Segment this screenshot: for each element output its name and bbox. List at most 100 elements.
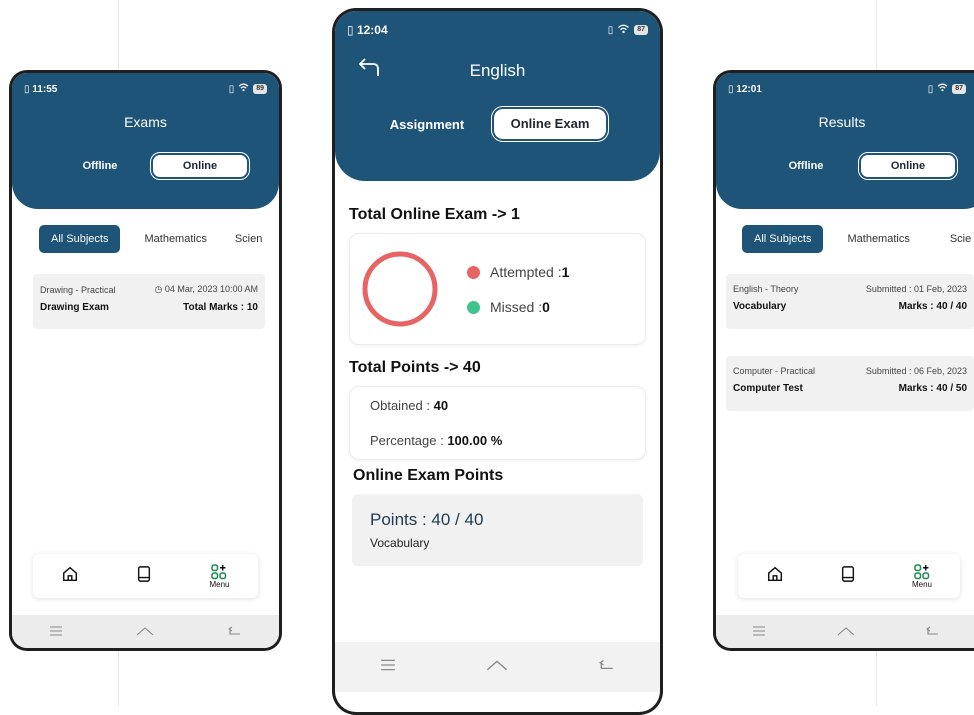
- percentage-value: 100.00 %: [447, 433, 503, 448]
- chip-all-subjects[interactable]: All Subjects: [742, 225, 824, 253]
- percentage-row: Percentage : 100.00 %: [370, 433, 502, 448]
- status-bar: ▯ 12:01 ▯ 87: [728, 83, 974, 95]
- page-title: Exams: [124, 114, 167, 130]
- status-time: 12:01: [736, 83, 762, 95]
- chip-science[interactable]: Scien: [235, 233, 263, 245]
- results-screen: ▯ 12:01 ▯ 87 Results Offline Online All …: [716, 73, 974, 648]
- points-summary-card: Obtained : 40 Percentage : 100.00 %: [349, 386, 646, 460]
- nav-back-icon[interactable]: [228, 623, 242, 641]
- system-nav-bar: [335, 642, 660, 692]
- attempted-value: 1: [561, 264, 570, 280]
- exam-date: 04 Mar, 2023 10:00 AM: [164, 284, 258, 294]
- exam-name: Drawing Exam: [40, 302, 109, 313]
- exam-card[interactable]: Drawing - Practical ◷ 04 Mar, 2023 10:00…: [33, 274, 265, 329]
- tab-assignment[interactable]: Assignment: [363, 117, 491, 132]
- page-title: Results: [818, 114, 866, 130]
- results-header: ▯ 12:01 ▯ 87 Results Offline Online: [716, 73, 974, 209]
- system-nav-bar: [12, 615, 279, 648]
- result-subject: English - Theory: [733, 284, 799, 294]
- obtained-row: Obtained : 40: [370, 398, 448, 413]
- nav-menu-icon[interactable]: [49, 623, 63, 641]
- nav-menu-icon[interactable]: [752, 623, 766, 641]
- nav-menu-icon[interactable]: [380, 658, 396, 676]
- total-points-heading: Total Points -> 40: [349, 359, 481, 376]
- subject-filter: All Subjects Mathematics Scien: [39, 225, 262, 253]
- nav-menu-label: Menu: [911, 579, 932, 589]
- exam-points-card[interactable]: Points : 40 / 40 Vocabulary: [352, 494, 643, 566]
- total-online-exam-heading: Total Online Exam -> 1: [349, 206, 520, 223]
- result-name: Computer Test: [733, 383, 803, 394]
- battery-icon: 89: [253, 84, 267, 94]
- wifi-icon: [937, 83, 948, 95]
- result-subject: Computer - Practical: [733, 366, 816, 376]
- home-icon[interactable]: [61, 565, 79, 588]
- home-icon[interactable]: [766, 565, 784, 588]
- book-icon[interactable]: [136, 565, 152, 588]
- exam-subject: Drawing - Practical: [40, 284, 116, 295]
- legend-missed: Missed : 0: [467, 299, 550, 315]
- battery-icon: 87: [952, 84, 966, 94]
- nav-back-icon[interactable]: [598, 658, 615, 676]
- vibrate-icon: ▯: [607, 24, 614, 36]
- bottom-nav: Menu: [738, 554, 960, 598]
- result-card[interactable]: English - Theory Submitted : 01 Feb, 202…: [726, 274, 974, 329]
- exams-header: ▯ 11:55 ▯ 89 Exams Offline Online: [12, 73, 279, 209]
- result-card[interactable]: Computer - Practical Submitted : 06 Feb,…: [726, 356, 974, 411]
- obtained-label: Obtained :: [370, 398, 434, 413]
- sim-icon: ▯: [347, 23, 354, 37]
- chip-all-subjects[interactable]: All Subjects: [39, 225, 121, 253]
- legend-attempted: Attempted : 1: [467, 264, 569, 280]
- result-mode-toggle: Offline Online: [754, 152, 958, 180]
- result-submitted: Submitted : 06 Feb, 2023: [865, 366, 967, 376]
- menu-grid-icon: [211, 563, 227, 579]
- bottom-nav: Menu: [33, 554, 258, 598]
- exam-mode-toggle: Offline Online: [50, 152, 250, 180]
- nav-back-icon[interactable]: [926, 623, 940, 641]
- nav-menu[interactable]: Menu: [209, 563, 229, 589]
- tab-online-exam[interactable]: Online Exam: [491, 106, 609, 142]
- sim-icon: ▯: [24, 83, 30, 95]
- toggle-offline[interactable]: Offline: [754, 160, 858, 172]
- toggle-online-label: Online: [861, 155, 955, 177]
- chip-mathematics[interactable]: Mathematics: [847, 233, 909, 245]
- status-time: 11:55: [32, 83, 58, 95]
- attempt-ring-chart: [362, 251, 438, 327]
- toggle-online[interactable]: Online: [858, 152, 958, 180]
- subject-tab-toggle: Assignment Online Exam: [363, 106, 609, 142]
- points-subject: Vocabulary: [370, 536, 430, 550]
- status-bar: ▯ 12:04 ▯ 87: [347, 23, 648, 37]
- sim-icon: ▯: [728, 83, 734, 95]
- clock-icon: ◷: [154, 284, 163, 294]
- toggle-online-label: Online: [153, 155, 247, 177]
- phone-english: ▯ 12:04 ▯ 87 English Assignment Online E…: [332, 8, 663, 715]
- book-icon[interactable]: [840, 565, 856, 588]
- percentage-label: Percentage :: [370, 433, 448, 448]
- exam-total-marks: Total Marks : 10: [183, 302, 258, 313]
- result-name: Vocabulary: [733, 301, 787, 312]
- page-title: English: [469, 61, 526, 80]
- vibrate-icon: ▯: [228, 83, 235, 95]
- toggle-offline[interactable]: Offline: [50, 160, 150, 172]
- wifi-icon: [617, 24, 630, 37]
- missed-value: 0: [542, 299, 550, 315]
- english-header: ▯ 12:04 ▯ 87 English Assignment Online E…: [335, 11, 660, 181]
- nav-menu[interactable]: Menu: [911, 563, 932, 589]
- obtained-value: 40: [433, 398, 449, 413]
- chip-mathematics[interactable]: Mathematics: [144, 233, 206, 245]
- result-marks: Marks : 40 / 40: [898, 301, 967, 312]
- phone-results: ▯ 12:01 ▯ 87 Results Offline Online All …: [713, 70, 974, 651]
- missed-dot: [467, 300, 480, 314]
- system-nav-bar: [716, 615, 974, 648]
- nav-home-icon[interactable]: [837, 623, 855, 641]
- attempt-summary-card: Attempted : 1 Missed : 0: [349, 233, 646, 345]
- toggle-online[interactable]: Online: [150, 152, 250, 180]
- nav-home-icon[interactable]: [136, 623, 154, 641]
- attempted-dot: [467, 265, 480, 279]
- status-time: 12:04: [356, 23, 388, 37]
- chip-science[interactable]: Scie: [950, 233, 971, 245]
- nav-home-icon[interactable]: [486, 658, 508, 676]
- english-screen: ▯ 12:04 ▯ 87 English Assignment Online E…: [335, 11, 660, 712]
- result-marks: Marks : 40 / 50: [898, 383, 967, 394]
- phone-exams: ▯ 11:55 ▯ 89 Exams Offline Online All Su…: [9, 70, 282, 651]
- menu-grid-icon: [914, 563, 930, 579]
